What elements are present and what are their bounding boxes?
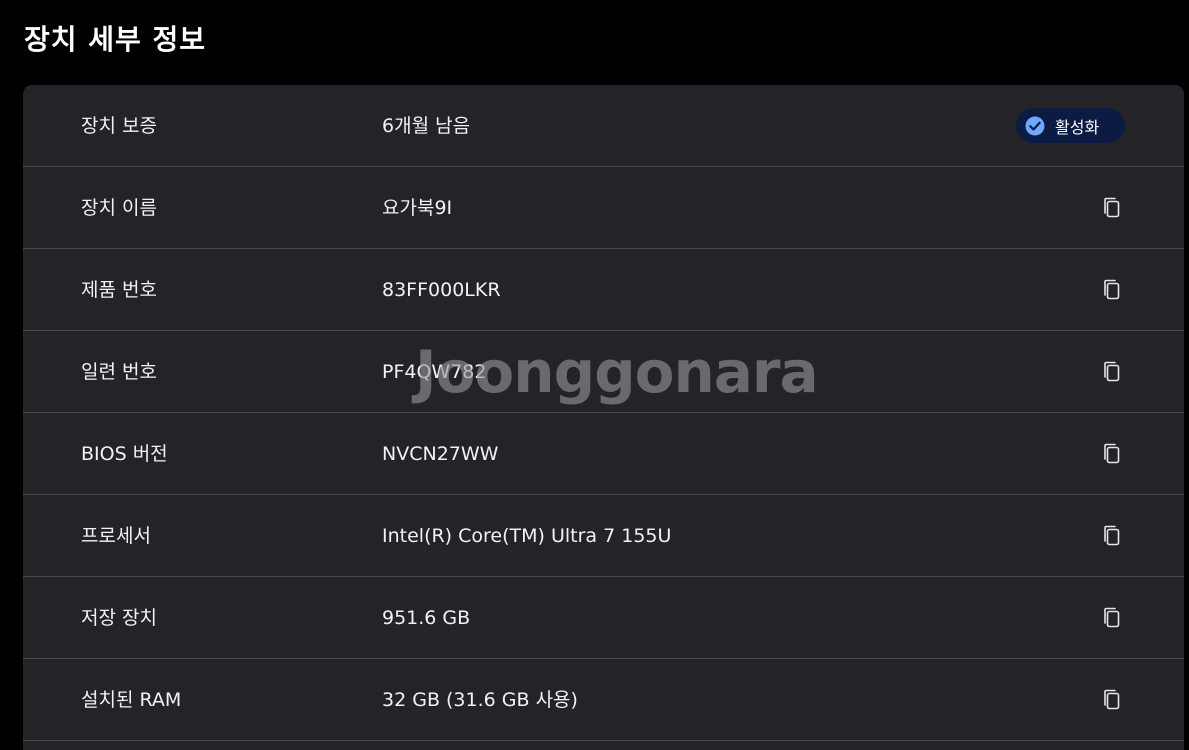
copy-icon[interactable]: [1099, 523, 1125, 549]
warranty-status-label: 활성화: [1055, 117, 1100, 137]
page-title: 장치 세부 정보: [24, 23, 207, 56]
copy-icon[interactable]: [1099, 359, 1125, 385]
check-circle-icon: [1025, 116, 1045, 136]
row-product-number: 제품 번호 83FF000LKR: [23, 249, 1184, 331]
device-details-panel: 장치 보증 6개월 남음 활성화 장치 이름 요가북9I 제품 번호 83FF0…: [23, 85, 1184, 750]
row-bios-version: BIOS 버전 NVCN27WW: [23, 413, 1184, 495]
row-label: 일련 번호: [81, 361, 157, 383]
row-value: 32 GB (31.6 GB 사용): [382, 689, 578, 711]
row-device-warranty: 장치 보증 6개월 남음 활성화: [23, 85, 1184, 167]
row-device-name: 장치 이름 요가북9I: [23, 167, 1184, 249]
row-label: 저장 장치: [81, 607, 157, 629]
row-storage: 저장 장치 951.6 GB: [23, 577, 1184, 659]
copy-icon[interactable]: [1099, 441, 1125, 467]
row-processor: 프로세서 Intel(R) Core(TM) Ultra 7 155U: [23, 495, 1184, 577]
row-value: 요가북9I: [382, 197, 453, 219]
row-label: 제품 번호: [81, 279, 157, 301]
row-value: PF4QW782: [382, 361, 487, 383]
row-label: 설치된 RAM: [81, 689, 182, 711]
row-value: 6개월 남음: [382, 115, 471, 137]
row-value: Intel(R) Core(TM) Ultra 7 155U: [382, 525, 672, 547]
row-value: 83FF000LKR: [382, 279, 501, 301]
row-label: BIOS 버전: [81, 443, 168, 465]
row-installed-ram: 설치된 RAM 32 GB (31.6 GB 사용): [23, 659, 1184, 741]
row-value: 951.6 GB: [382, 607, 471, 629]
row-label: 장치 이름: [81, 197, 157, 219]
copy-icon[interactable]: [1099, 687, 1125, 713]
copy-icon[interactable]: [1099, 605, 1125, 631]
warranty-status-badge[interactable]: 활성화: [1016, 108, 1125, 143]
copy-icon[interactable]: [1099, 195, 1125, 221]
row-value: NVCN27WW: [382, 443, 499, 465]
device-details-page: 장치 세부 정보 장치 보증 6개월 남음 활성화 장치 이름 요가북9I 제품…: [0, 0, 1189, 750]
row-label: 장치 보증: [81, 115, 157, 137]
row-serial-number: 일련 번호 PF4QW782: [23, 331, 1184, 413]
row-label: 프로세서: [81, 525, 151, 547]
copy-icon[interactable]: [1099, 277, 1125, 303]
